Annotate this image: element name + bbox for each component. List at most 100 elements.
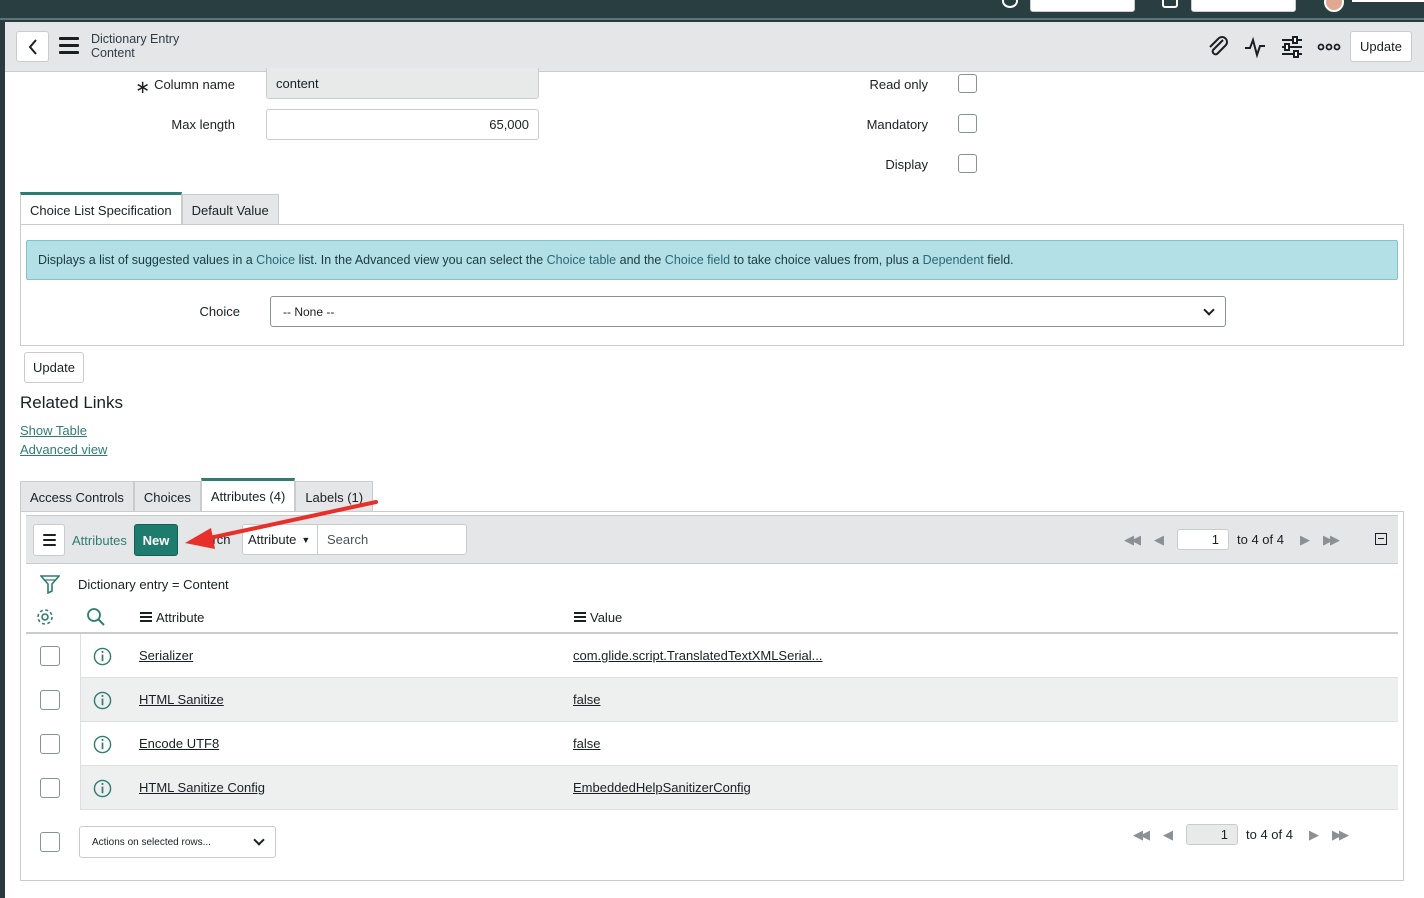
info-text: Displays a list of suggested values in a… [38, 253, 1014, 267]
collapse-icon[interactable] [1375, 533, 1387, 545]
search-field-select[interactable]: Attribute ▼ [242, 524, 318, 555]
max-length-field[interactable]: 65,000 [266, 109, 539, 140]
column-menu-icon [574, 611, 586, 624]
column-name-label: Column name [154, 77, 235, 92]
last-page-icon[interactable]: ▶▶ [1332, 827, 1349, 843]
chat-icon[interactable] [1162, 0, 1178, 8]
tab-choice-list-specification[interactable]: Choice List Specification [20, 192, 182, 225]
select-all-checkbox[interactable] [40, 832, 60, 852]
form-title-table: Dictionary Entry [91, 32, 180, 46]
actions-select-value: Actions on selected rows... [92, 836, 211, 848]
page-input[interactable]: 1 [1177, 529, 1229, 550]
list-menu-button[interactable] [33, 524, 65, 556]
info-icon[interactable] [93, 735, 112, 754]
value-link[interactable]: false [573, 736, 600, 751]
triangle-down-icon: ▼ [301, 534, 311, 545]
previous-page-icon[interactable]: ◀ [1154, 532, 1164, 548]
attribute-link[interactable]: HTML Sanitize Config [139, 780, 265, 795]
chevron-down-icon [253, 834, 265, 846]
read-only-checkbox[interactable] [958, 74, 977, 93]
context-menu-icon[interactable] [59, 37, 79, 55]
pager-bottom: ◀◀ ◀ 1 to 4 of 4 ▶ ▶▶ [1125, 824, 1354, 845]
next-page-icon[interactable]: ▶ [1300, 532, 1310, 548]
filter-condition[interactable]: Dictionary entry = Content [78, 577, 229, 592]
related-list-tabs: Access Controls Choices Attributes (4) L… [20, 478, 374, 512]
info-icon[interactable] [93, 647, 112, 666]
row-checkbox[interactable] [40, 646, 60, 666]
row-checkbox[interactable] [40, 778, 60, 798]
section-tabs: Choice List Specification Default Value [20, 192, 279, 225]
sliders-icon[interactable] [1280, 36, 1304, 58]
activity-icon[interactable] [1243, 36, 1267, 58]
read-only-label: Read only [869, 77, 928, 92]
gear-icon[interactable] [35, 607, 55, 627]
update-button[interactable]: Update [24, 352, 84, 383]
row-checkbox[interactable] [40, 690, 60, 710]
more-options-icon[interactable] [1317, 36, 1341, 58]
new-button[interactable]: New [134, 524, 178, 556]
previous-page-icon[interactable]: ◀ [1163, 827, 1173, 843]
actions-select[interactable]: Actions on selected rows... [79, 826, 276, 858]
table-row: HTML Sanitize false [26, 678, 1398, 722]
search-field-value: Attribute [248, 532, 297, 547]
value-link[interactable]: false [573, 692, 600, 707]
attribute-link[interactable]: Serializer [139, 648, 193, 663]
list-title[interactable]: Attributes [72, 533, 127, 548]
choice-select[interactable]: -- None -- [270, 296, 1226, 327]
column-headers: Attribute Value [26, 602, 1398, 634]
next-page-icon[interactable]: ▶ [1309, 827, 1319, 843]
search-label: earch [198, 532, 231, 547]
tab-labels[interactable]: Labels (1) [295, 481, 374, 512]
column-name-field[interactable]: content [266, 68, 539, 99]
attribute-link[interactable]: Encode UTF8 [139, 736, 219, 751]
search-icon[interactable] [86, 607, 106, 627]
page-range: to 4 of 4 [1246, 827, 1293, 842]
attribute-link[interactable]: HTML Sanitize [139, 692, 224, 707]
info-icon[interactable] [93, 691, 112, 710]
avatar[interactable] [1324, 0, 1344, 12]
value-link[interactable]: EmbeddedHelpSanitizerConfig [573, 780, 751, 795]
last-page-icon[interactable]: ▶▶ [1323, 532, 1340, 548]
filter-breadcrumb: Dictionary entry = Content [26, 572, 1398, 596]
tab-access-controls[interactable]: Access Controls [20, 481, 134, 512]
column-header-attribute[interactable]: Attribute [140, 610, 204, 625]
column-menu-icon [140, 611, 152, 624]
form-frame: Dictionary Entry Content Update ∗ Column… [5, 22, 1424, 898]
display-checkbox[interactable] [958, 154, 977, 173]
show-table-link[interactable]: Show Table [20, 423, 87, 438]
top-navigation-bar [0, 0, 1424, 20]
info-icon[interactable] [93, 779, 112, 798]
display-label: Display [885, 157, 928, 172]
mandatory-checkbox[interactable] [958, 114, 977, 133]
value-link[interactable]: com.glide.script.TranslatedTextXMLSerial… [573, 648, 823, 663]
column-header-value[interactable]: Value [574, 610, 622, 625]
info-message: Displays a list of suggested values in a… [26, 240, 1398, 280]
chevron-down-icon [1203, 303, 1215, 316]
scope-picker[interactable] [1191, 0, 1296, 12]
first-page-icon[interactable]: ◀◀ [1124, 532, 1141, 548]
list-header: Attributes earch New Attribute ▼ Search … [26, 515, 1398, 564]
first-page-icon[interactable]: ◀◀ [1133, 827, 1150, 843]
hamburger-icon [42, 533, 56, 549]
table-row: Encode UTF8 false [26, 722, 1398, 766]
header-update-button[interactable]: Update [1350, 31, 1412, 62]
back-button[interactable] [16, 31, 49, 62]
choice-select-value: -- None -- [283, 304, 335, 319]
row-checkbox[interactable] [40, 734, 60, 754]
globe-icon[interactable] [1002, 0, 1018, 8]
advanced-view-link[interactable]: Advanced view [20, 442, 107, 457]
tab-default-value[interactable]: Default Value [181, 194, 279, 225]
form-header: Dictionary Entry Content Update [5, 22, 1424, 72]
table-row: Serializer com.glide.script.TranslatedTe… [26, 634, 1398, 678]
funnel-icon[interactable] [40, 574, 60, 594]
tab-attributes[interactable]: Attributes (4) [200, 478, 296, 512]
user-name[interactable] [1352, 0, 1424, 2]
related-links-title: Related Links [20, 393, 124, 412]
form-title-record: Content [91, 46, 135, 60]
page-input[interactable]: 1 [1186, 824, 1238, 845]
domain-picker[interactable] [1030, 0, 1135, 12]
table-row: HTML Sanitize Config EmbeddedHelpSanitiz… [26, 766, 1398, 810]
search-input[interactable]: Search [317, 524, 467, 555]
tab-choices[interactable]: Choices [133, 481, 201, 512]
paperclip-icon[interactable] [1206, 36, 1230, 58]
